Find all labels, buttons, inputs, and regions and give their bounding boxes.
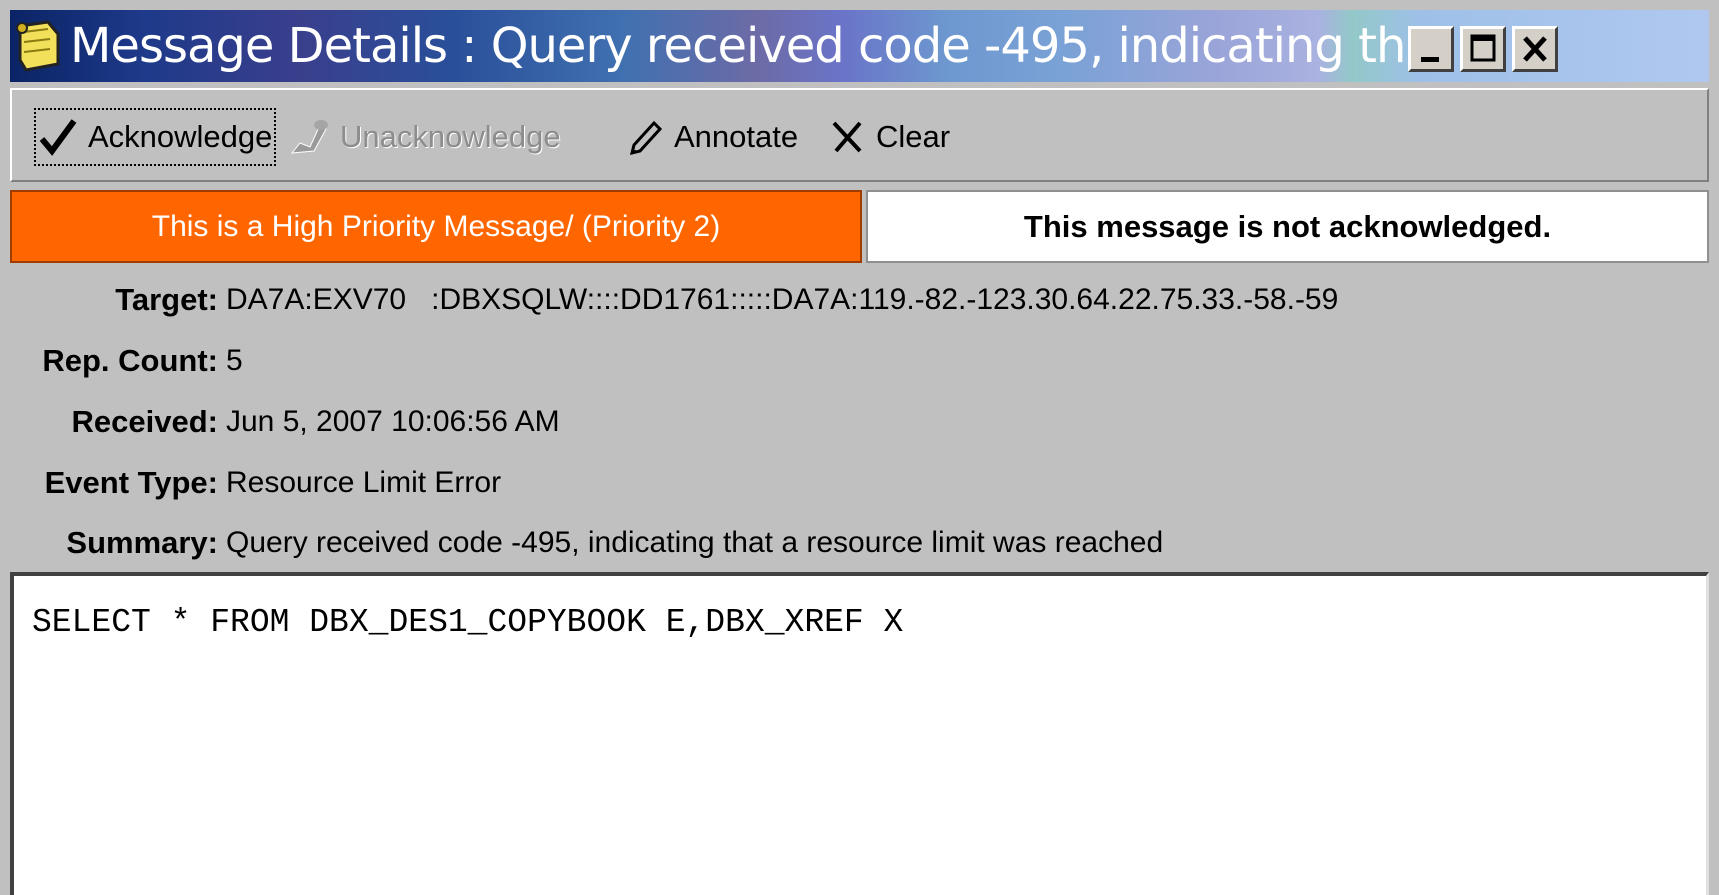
checkmark-icon	[39, 119, 77, 156]
acknowledge-label: Acknowledge	[88, 119, 273, 154]
minimize-button[interactable]	[1408, 26, 1454, 72]
acknowledge-button[interactable]: Acknowledge	[33, 108, 277, 166]
event-type-label: Event Type:	[44, 465, 218, 500]
annotate-button[interactable]: Annotate	[626, 110, 798, 164]
maximize-button[interactable]	[1460, 26, 1506, 72]
event-type-value: Resource Limit Error	[226, 466, 502, 499]
unacknowledge-button[interactable]: Unacknowledge	[288, 110, 561, 164]
message-body-textarea[interactable]: SELECT * FROM DBX_DES1_COPYBOOK E,DBX_XR…	[10, 572, 1709, 895]
minimize-icon	[1421, 57, 1439, 62]
received-value: Jun 5, 2007 10:06:56 AM	[226, 405, 560, 438]
close-button[interactable]	[1512, 26, 1558, 72]
summary-value: Query received code -495, indicating tha…	[226, 526, 1164, 559]
note-icon	[14, 20, 64, 72]
title-bar[interactable]: Message Details : Query received code -4…	[10, 10, 1709, 82]
target-label: Target:	[115, 282, 218, 317]
close-icon	[1523, 36, 1547, 62]
received-label: Received:	[71, 404, 218, 439]
rep-count-value: 5	[226, 344, 243, 377]
toolbar: Acknowledge Unacknowledge Annotate Clear	[10, 88, 1709, 182]
rep-count-label: Rep. Count:	[42, 343, 218, 378]
unacknowledge-icon	[290, 120, 328, 154]
annotate-label: Annotate	[674, 119, 799, 154]
priority-banner: This is a High Priority Message/ (Priori…	[10, 190, 862, 263]
maximize-icon	[1470, 34, 1496, 62]
x-clear-icon	[832, 121, 862, 153]
summary-label: Summary:	[66, 525, 218, 560]
window-title: Message Details : Query received code -4…	[70, 18, 1538, 74]
acknowledgement-status: This message is not acknowledged.	[866, 190, 1709, 263]
pencil-icon	[629, 120, 663, 156]
unacknowledge-label: Unacknowledge	[340, 119, 561, 154]
target-value: DA7A:EXV70 :DBXSQLW::::DD1761:::::DA7A:1…	[226, 283, 1339, 316]
clear-button[interactable]: Clear	[830, 110, 950, 164]
clear-label: Clear	[876, 119, 951, 154]
